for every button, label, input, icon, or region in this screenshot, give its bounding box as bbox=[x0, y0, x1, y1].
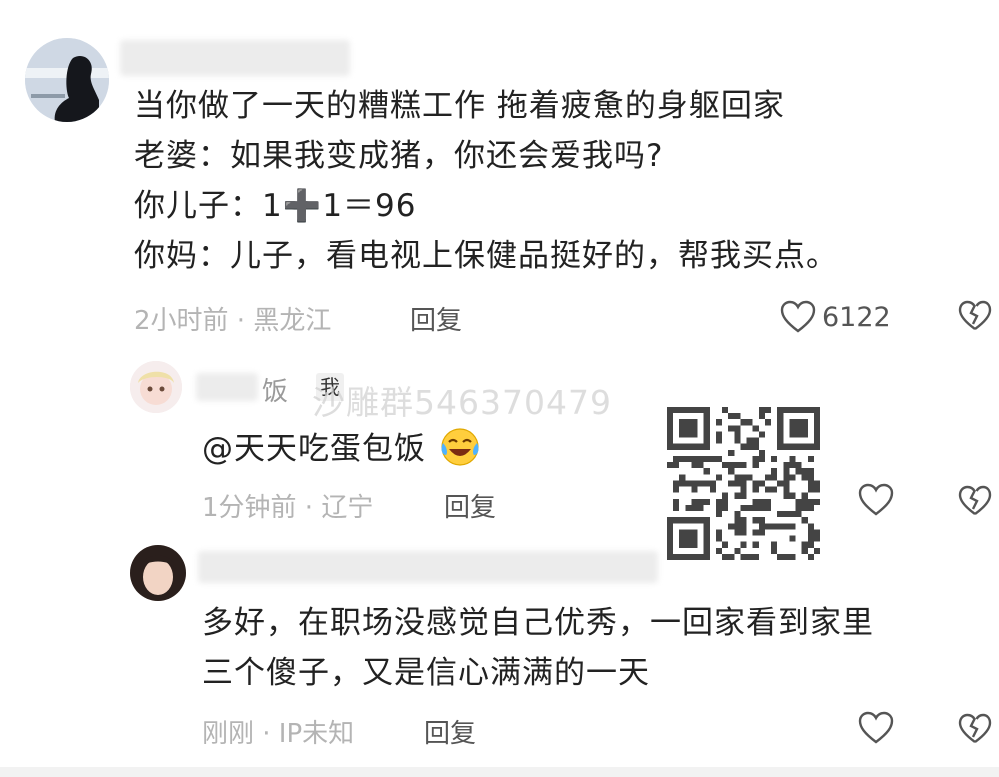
broken-heart-icon bbox=[958, 300, 992, 332]
comment-meta: 刚刚 · IP未知 bbox=[202, 719, 355, 749]
heart-outline-icon bbox=[780, 300, 816, 334]
avatar[interactable] bbox=[130, 361, 182, 413]
comment-line-3: 你儿子：1➕1＝96 bbox=[134, 188, 417, 224]
dislike-button[interactable] bbox=[958, 300, 992, 332]
dislike-button[interactable] bbox=[958, 485, 992, 517]
watermark-text: 沙雕群546370479 bbox=[312, 383, 612, 422]
qr-code-icon bbox=[667, 407, 820, 560]
comment-meta: 2小时前 · 黑龙江 bbox=[134, 306, 332, 336]
crying-laughing-emoji-icon bbox=[440, 427, 480, 471]
comment-meta: 1分钟前 · 辽宁 bbox=[202, 493, 374, 523]
reply-button[interactable]: 回复 bbox=[410, 300, 462, 337]
reply-button[interactable]: 回复 bbox=[424, 713, 476, 750]
comment-line-4: 你妈：儿子，看电视上保健品挺好的，帮我买点。 bbox=[134, 238, 838, 274]
comment-1: 当你做了一天的糟糕工作 拖着疲惫的身躯回家 老婆：如果我变成猪，你还会爱我吗? … bbox=[0, 0, 999, 345]
reply-button[interactable]: 回复 bbox=[444, 487, 496, 524]
comment-2: 饭 我 @天天吃蛋包饭 1分钟前 · 辽宁 回复 bbox=[0, 345, 999, 535]
avatar[interactable] bbox=[130, 545, 186, 601]
comment-3: 多好，在职场没感觉自己优秀，一回家看到家里 三个傻子，又是信心满满的一天 刚刚 … bbox=[0, 535, 999, 777]
like-button[interactable] bbox=[858, 483, 894, 517]
bottom-divider bbox=[0, 767, 999, 777]
mention-line: @天天吃蛋包饭 bbox=[202, 423, 480, 475]
dislike-button[interactable] bbox=[958, 713, 992, 745]
username-redacted bbox=[196, 373, 258, 401]
broken-heart-icon bbox=[958, 485, 992, 517]
author-name-suffix: 饭 bbox=[262, 377, 289, 407]
like-count: 6122 bbox=[822, 301, 891, 333]
broken-heart-icon bbox=[958, 713, 992, 745]
username-redacted bbox=[198, 551, 658, 583]
comment-line-1: 当你做了一天的糟糕工作 拖着疲惫的身躯回家 bbox=[134, 88, 785, 124]
comment-line-1: 多好，在职场没感觉自己优秀，一回家看到家里 bbox=[202, 605, 874, 641]
username-redacted bbox=[120, 40, 350, 76]
avatar[interactable] bbox=[25, 38, 109, 122]
heart-outline-icon bbox=[858, 711, 894, 745]
heart-outline-icon bbox=[858, 483, 894, 517]
like-button[interactable] bbox=[858, 711, 894, 745]
comment-line-2: 老婆：如果我变成猪，你还会爱我吗? bbox=[134, 138, 664, 174]
like-button[interactable]: 6122 bbox=[780, 300, 891, 334]
mention-text[interactable]: @天天吃蛋包饭 bbox=[202, 423, 426, 475]
comment-line-2: 三个傻子，又是信心满满的一天 bbox=[202, 655, 650, 691]
